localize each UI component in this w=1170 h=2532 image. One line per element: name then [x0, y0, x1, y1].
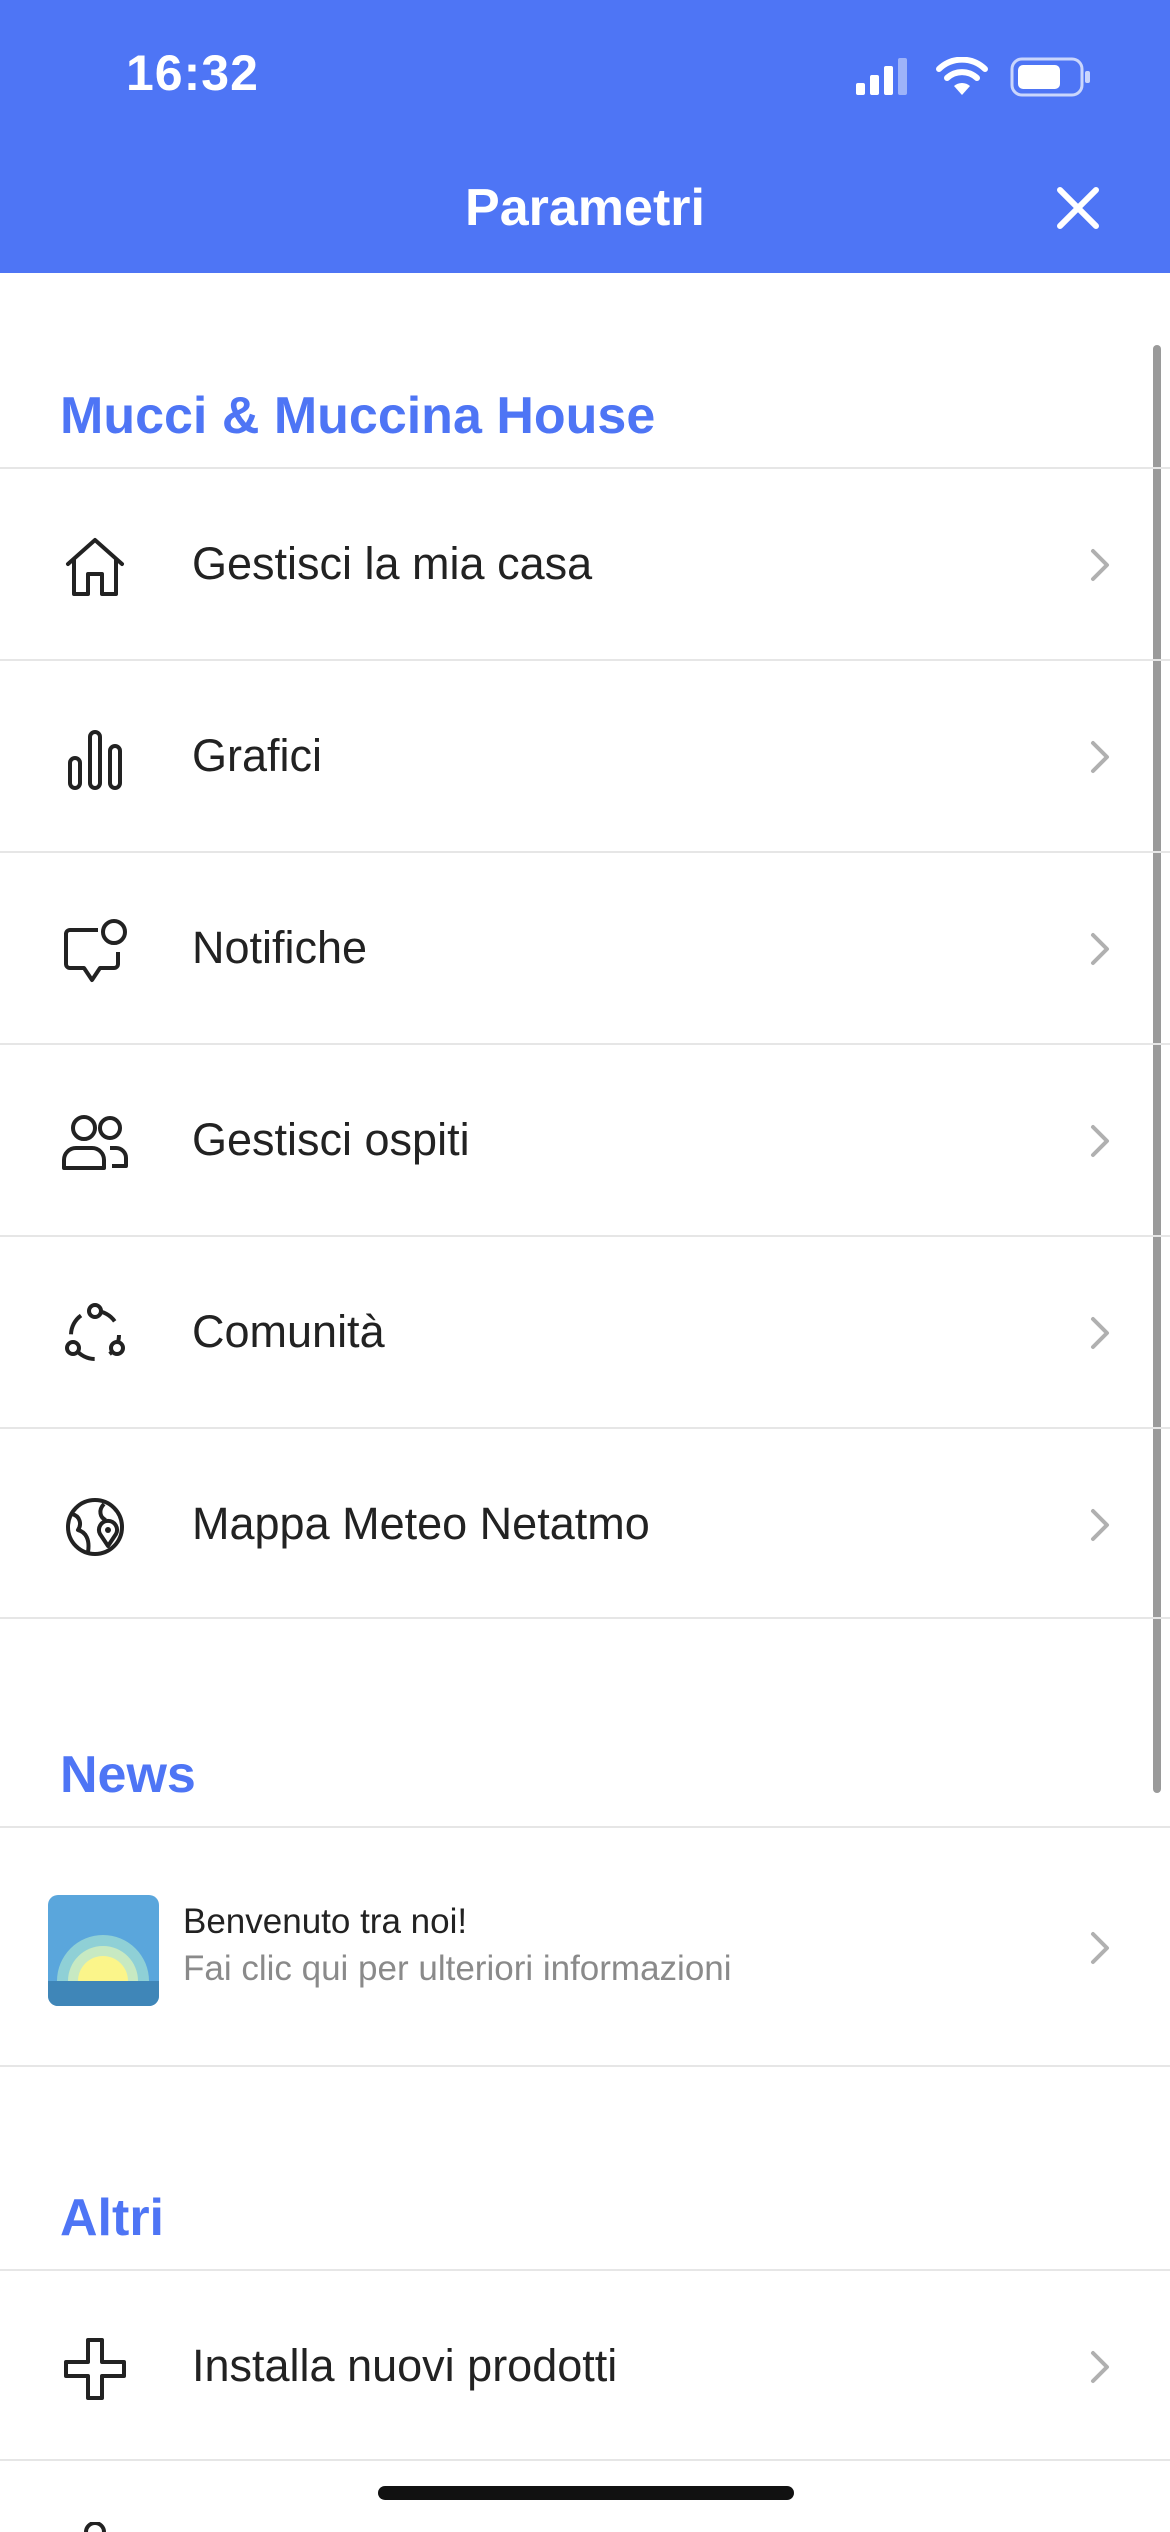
- chevron-right-icon: [1091, 1317, 1109, 1349]
- chevron-right-icon: [1091, 2351, 1109, 2383]
- sunrise-thumbnail-icon: [48, 1895, 159, 2006]
- section-title-others: Altri: [60, 2189, 164, 2247]
- menu-item-label: Installa nuovi prodotti: [192, 2340, 618, 2391]
- app-header: 16:32 Parametri: [0, 0, 1170, 273]
- battery-icon: [1010, 57, 1090, 97]
- menu-item-label: Comunità: [192, 1306, 385, 1357]
- chevron-right-icon: [1091, 741, 1109, 773]
- globe-pin-icon: [66, 1498, 124, 1556]
- menu-item-notifications[interactable]: Notifiche: [0, 851, 1170, 1043]
- menu-item-label: Gestisci ospiti: [192, 1114, 470, 1165]
- house-icon: [66, 538, 124, 596]
- bar-chart-icon: [68, 730, 122, 790]
- menu-item-charts[interactable]: Grafici: [0, 659, 1170, 851]
- menu-item-manage-guests[interactable]: Gestisci ospiti: [0, 1043, 1170, 1235]
- news-subtitle: Fai clic qui per ulteriori informazioni: [183, 1949, 732, 1988]
- wifi-icon: [936, 57, 988, 95]
- guests-icon: [62, 1115, 128, 1170]
- signal-icon: [856, 58, 907, 95]
- chevron-right-icon: [1091, 933, 1109, 965]
- menu-item-install-products[interactable]: Installa nuovi prodotti: [0, 2269, 1170, 2461]
- menu-item-manage-home[interactable]: Gestisci la mia casa: [0, 467, 1170, 659]
- plus-icon: [64, 2338, 126, 2400]
- notification-bubble-icon: [64, 919, 127, 982]
- close-icon[interactable]: [1046, 176, 1110, 240]
- chevron-right-icon: [1091, 1125, 1109, 1157]
- menu-item-label: Grafici: [192, 730, 323, 781]
- partial-menu-icon: [84, 2522, 106, 2532]
- menu-item-community[interactable]: Comunità: [0, 1235, 1170, 1427]
- home-indicator[interactable]: [378, 2486, 794, 2500]
- section-title-home: Mucci & Muccina House: [60, 387, 656, 445]
- menu-item-label: Mappa Meteo Netatmo: [192, 1498, 650, 1549]
- chevron-right-icon: [1091, 549, 1109, 581]
- chevron-right-icon: [1091, 1509, 1109, 1541]
- news-title: Benvenuto tra noi!: [183, 1902, 468, 1941]
- chevron-right-icon: [1091, 1932, 1109, 1964]
- menu-item-weather-map[interactable]: Mappa Meteo Netatmo: [0, 1427, 1170, 1619]
- status-time: 16:32: [126, 45, 259, 101]
- community-icon: [65, 1303, 125, 1361]
- section-title-news: News: [60, 1746, 196, 1804]
- menu-item-label: Gestisci la mia casa: [192, 538, 593, 589]
- menu-item-label: Notifiche: [192, 922, 368, 973]
- page-title: Parametri: [465, 179, 705, 237]
- status-icons: [854, 52, 1092, 102]
- news-item-welcome[interactable]: Benvenuto tra noi! Fai clic qui per ulte…: [0, 1826, 1170, 2067]
